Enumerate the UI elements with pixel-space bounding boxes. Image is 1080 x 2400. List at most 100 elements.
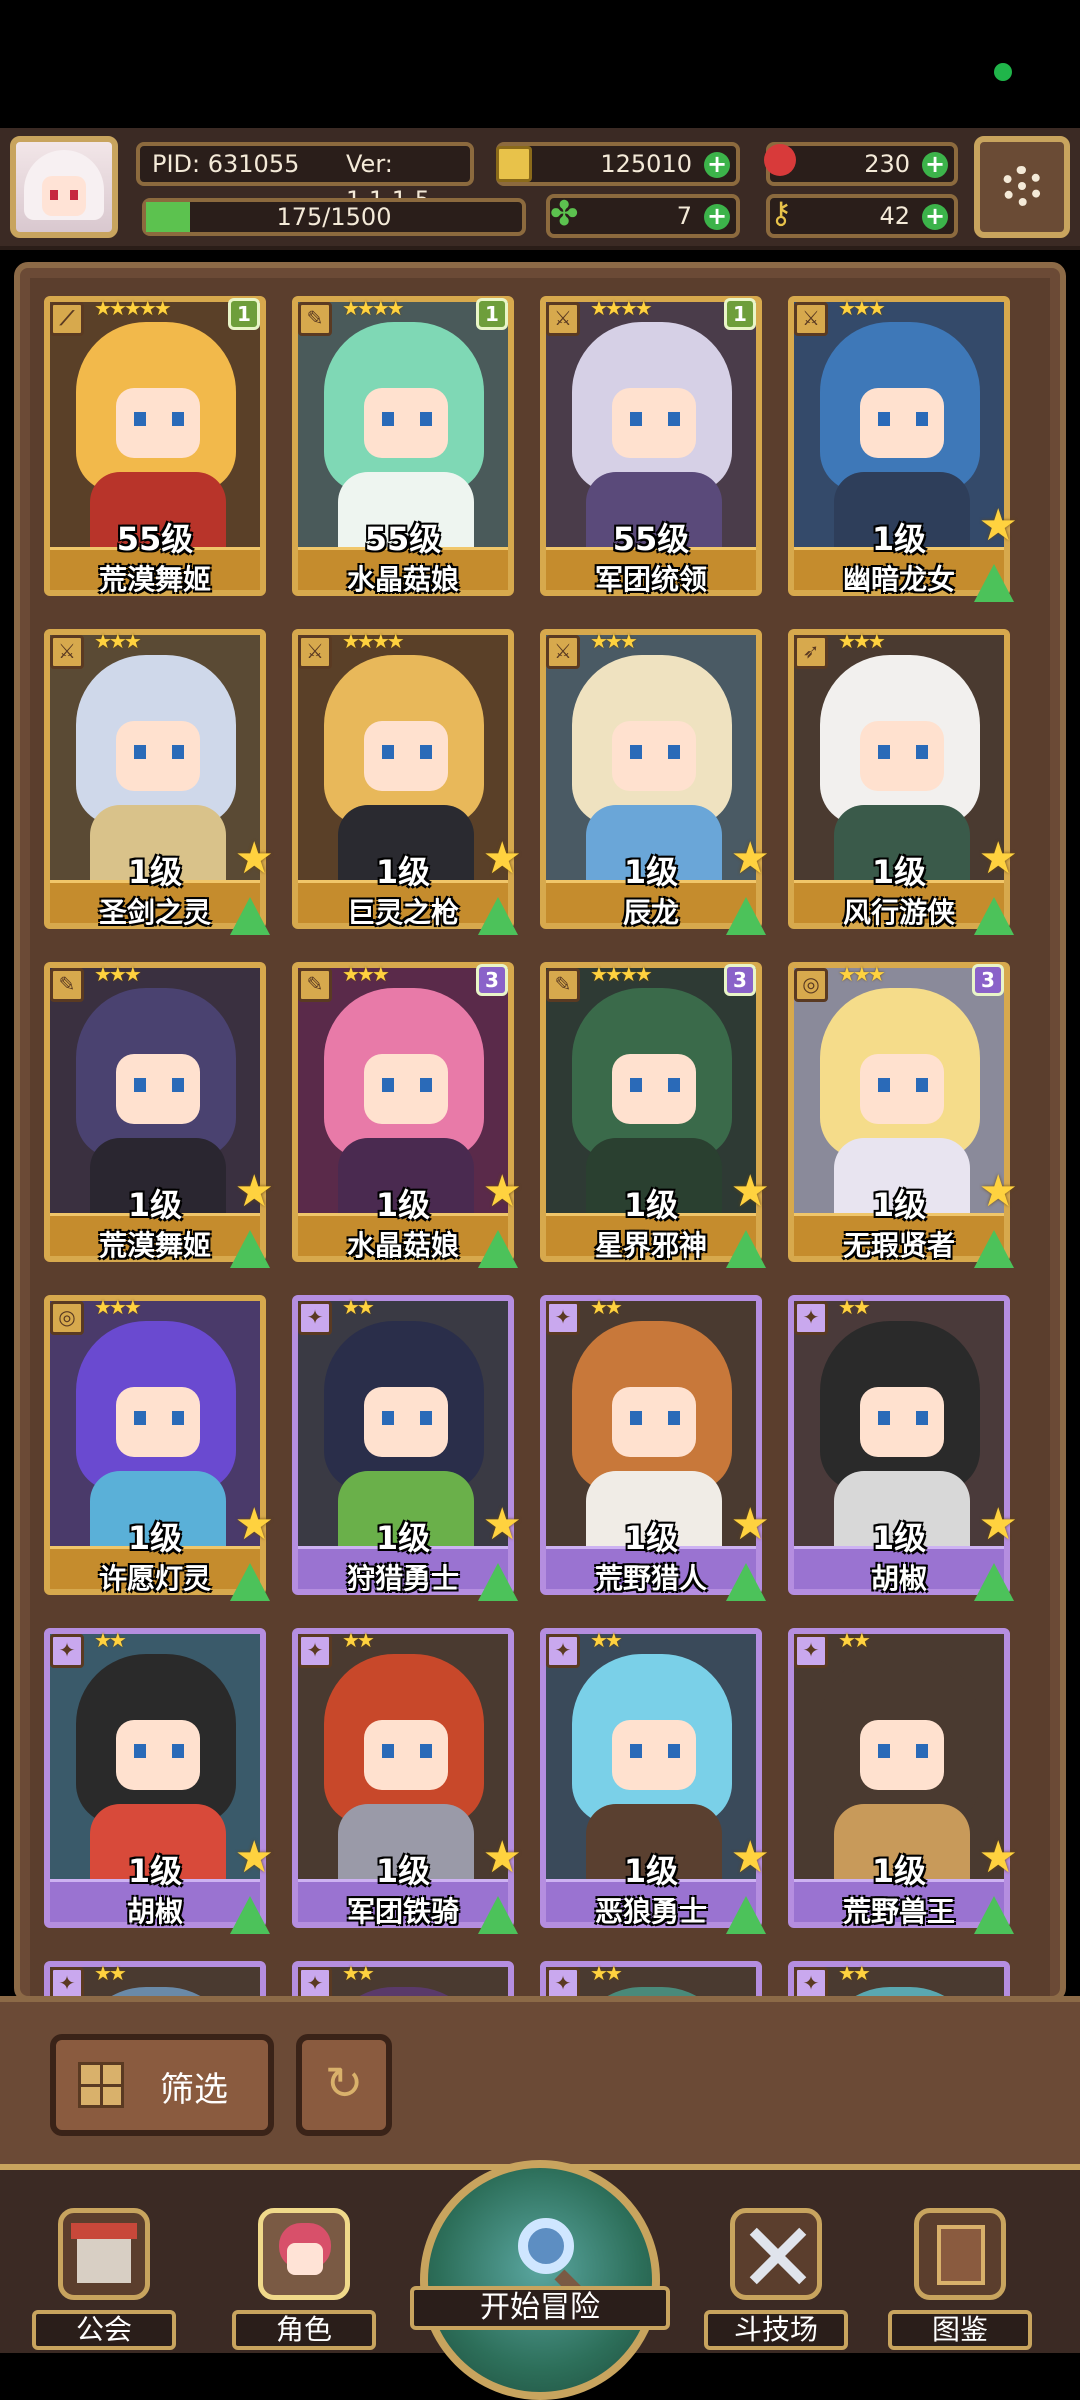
hero-card[interactable]: ➶ ★★★ 1级 风行游侠 ★: [788, 629, 1018, 935]
star-upgrade-icon: ★: [730, 1166, 770, 1217]
grid-icon: [78, 2062, 124, 2108]
hero-grid[interactable]: ⟋ ★★★★★ 1 55级 荒漠舞姬 ✎ ★★★★ 1 55级 水晶菇娘 ⚔ ★…: [30, 278, 1050, 1996]
axe-class-icon: ✦: [546, 1634, 580, 1668]
hero-level: 1级: [623, 1852, 679, 1890]
level-up-arrow-icon: [974, 1896, 1014, 1934]
hero-card[interactable]: ✦ ★★ 1级 荒野兽王 ★: [788, 1628, 1018, 1934]
nav-guild[interactable]: 公会: [32, 2198, 176, 2350]
hero-name: 军团统领: [594, 563, 707, 596]
filter-button[interactable]: 筛选: [50, 2034, 274, 2136]
nav-character[interactable]: 角色: [232, 2198, 376, 2350]
star-upgrade-icon: ★: [978, 1832, 1018, 1883]
gem-counter: 230 +: [764, 142, 958, 186]
star-upgrade-icon: ★: [978, 1166, 1018, 1217]
hero-rank-badge: 3: [476, 964, 508, 996]
star-upgrade-icon: ★: [234, 1832, 274, 1883]
gold-counter: 125010 +: [496, 142, 740, 186]
hero-card[interactable]: ✦ ★★ 1级 胡椒 ★: [44, 1628, 274, 1934]
hero-level: 1级: [871, 1519, 927, 1557]
nav-arena[interactable]: 斗技场: [704, 2198, 848, 2350]
axe-class-icon: ✦: [794, 1634, 828, 1668]
rarity-stars: ★★: [838, 1628, 871, 1652]
nav-codex-label: 图鉴: [888, 2310, 1032, 2350]
level-up-arrow-icon: [478, 897, 518, 935]
top-header: PID: 631055 Ver: 1.1.1.5 125010 + 230 + …: [0, 128, 1080, 250]
filter-bar: 筛选 ↻: [0, 1996, 1080, 2172]
star-upgrade-icon: ★: [234, 833, 274, 884]
add-key-button[interactable]: +: [922, 204, 948, 230]
status-bar: [0, 0, 1080, 128]
level-up-arrow-icon: [726, 1230, 766, 1268]
hero-card[interactable]: ⚔ ★★★ 1级 幽暗龙女 ★: [788, 296, 1018, 602]
axe-class-icon: ✦: [546, 1301, 580, 1335]
orb-class-icon: ◎: [794, 968, 828, 1002]
rarity-stars: ★★★★: [590, 962, 653, 986]
clover-icon: ✤: [550, 194, 579, 234]
hero-level: 55级: [364, 520, 442, 558]
level-up-arrow-icon: [230, 897, 270, 935]
hero-card[interactable]: ⚔ ★★★★ 1级 巨灵之枪 ★: [292, 629, 522, 935]
level-up-arrow-icon: [974, 564, 1014, 602]
add-clover-button[interactable]: +: [704, 204, 730, 230]
rarity-stars: ★★★: [838, 629, 886, 653]
star-upgrade-icon: ★: [482, 1166, 522, 1217]
add-gold-button[interactable]: +: [704, 152, 730, 178]
wand-class-icon: ✎: [298, 302, 332, 336]
rarity-stars: ★★: [94, 1961, 127, 1985]
nav-adventure-label: 开始冒险: [410, 2286, 670, 2330]
refresh-icon: ↻: [324, 2056, 364, 2110]
sword-class-icon: ⚔: [546, 635, 580, 669]
rarity-stars: ★★★: [838, 962, 886, 986]
sword-class-icon: ⚔: [50, 635, 84, 669]
hero-card[interactable]: ✎ ★★★★ 1 55级 水晶菇娘: [292, 296, 514, 602]
gold-value: 125010: [600, 150, 692, 178]
rarity-stars: ★★: [838, 1295, 871, 1319]
axe-class-icon: ✦: [298, 1634, 332, 1668]
hero-level: 1级: [127, 1852, 183, 1890]
star-upgrade-icon: ★: [482, 833, 522, 884]
rarity-stars: ★★: [590, 1295, 623, 1319]
hero-card[interactable]: ✦ ★★ 1级 军团铁骑 ★: [292, 1628, 522, 1934]
wand-class-icon: ✎: [50, 968, 84, 1002]
settings-button[interactable]: [974, 136, 1070, 238]
level-up-arrow-icon: [726, 1896, 766, 1934]
hero-name: 荒漠舞姬: [98, 563, 211, 596]
wand-class-icon: ✎: [546, 968, 580, 1002]
hero-level: 55级: [612, 520, 690, 558]
orb-class-icon: ◎: [50, 1301, 84, 1335]
hero-card[interactable]: ✎ ★★★ 1级 荒漠舞姬 ★: [44, 962, 274, 1268]
player-avatar[interactable]: [10, 136, 118, 238]
hero-card[interactable]: ⚔ ★★★ 1级 辰龙 ★: [540, 629, 770, 935]
nav-adventure[interactable]: 开始冒险: [410, 2160, 670, 2400]
hero-card[interactable]: ✦ ★★ 1级 狩猎勇士 ★: [292, 1295, 522, 1601]
hero-card[interactable]: ✦ ★★ 1级 荒野猎人 ★: [540, 1295, 770, 1601]
hero-rank-badge: 1: [476, 298, 508, 330]
crossed-swords-icon: [730, 2208, 822, 2300]
hero-level: 1级: [375, 853, 431, 891]
axe-class-icon: ✦: [298, 1301, 332, 1335]
nav-codex[interactable]: 图鉴: [888, 2198, 1032, 2350]
hero-card[interactable]: ✦ ★★ 1级 恶狼勇士 ★: [540, 1628, 770, 1934]
hero-rank-badge: 3: [972, 964, 1004, 996]
hero-card[interactable]: ◎ ★★★ 3 1级 无瑕贤者 ★: [788, 962, 1018, 1268]
hero-card[interactable]: ◎ ★★★ 1级 许愿灯灵 ★: [44, 1295, 274, 1601]
hero-card[interactable]: ✎ ★★★★ 3 1级 星界邪神 ★: [540, 962, 770, 1268]
refresh-button[interactable]: ↻: [296, 2034, 392, 2136]
hero-card[interactable]: ✦ ★★ 1级 胡椒 ★: [788, 1295, 1018, 1601]
sword-class-icon: ⚔: [794, 302, 828, 336]
filter-label: 筛选: [160, 2070, 228, 2110]
hero-card[interactable]: ⚔ ★★★ 1级 圣剑之灵 ★: [44, 629, 274, 935]
star-upgrade-icon: ★: [978, 1499, 1018, 1550]
hero-rank-badge: 3: [724, 964, 756, 996]
add-gem-button[interactable]: +: [922, 152, 948, 178]
hero-name: 水晶菇娘: [346, 563, 459, 596]
hero-card[interactable]: ✎ ★★★ 3 1级 水晶菇娘 ★: [292, 962, 522, 1268]
rarity-stars: ★★: [342, 1295, 375, 1319]
magnifier-icon: [518, 2218, 574, 2274]
star-upgrade-icon: ★: [978, 833, 1018, 884]
hero-card[interactable]: ⟋ ★★★★★ 1 55级 荒漠舞姬: [44, 296, 266, 602]
hero-level: 1级: [375, 1519, 431, 1557]
hero-level: 1级: [871, 1186, 927, 1224]
hero-card[interactable]: ⚔ ★★★★ 1 55级 军团统领: [540, 296, 762, 602]
hero-level: 1级: [375, 1186, 431, 1224]
